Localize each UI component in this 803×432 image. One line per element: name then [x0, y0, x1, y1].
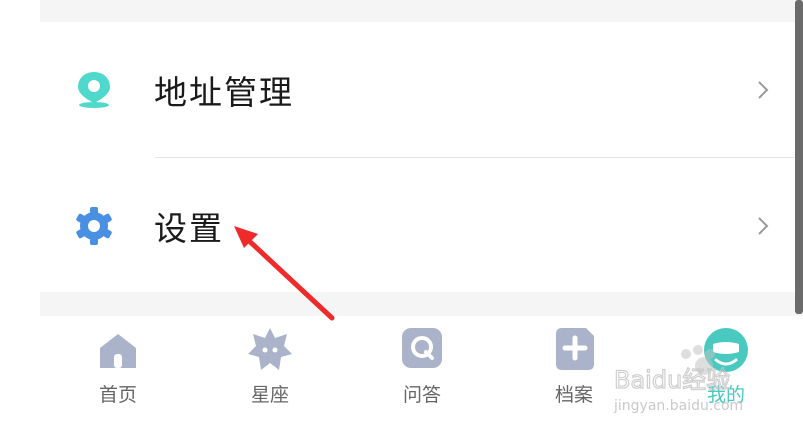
constellation-icon: [248, 328, 292, 370]
tab-label: 首页: [98, 384, 137, 406]
qa-icon: [402, 328, 442, 368]
scrollbar[interactable]: [795, 0, 803, 314]
gear-icon: [76, 207, 112, 245]
tab-qa[interactable]: 问答: [362, 326, 482, 420]
menu-item-address-management[interactable]: 地址管理: [40, 22, 795, 156]
bottom-tab-bar: 首页 星座 问答 档案 我的: [40, 316, 803, 432]
profile-icon: [704, 328, 748, 372]
tab-label: 我的: [706, 384, 745, 406]
archive-icon: [556, 328, 594, 370]
location-pin-icon: [78, 72, 110, 108]
tab-profile[interactable]: 我的: [666, 326, 786, 420]
tab-label: 档案: [554, 384, 593, 406]
top-section-gap: [40, 0, 803, 22]
tab-constellation[interactable]: 星座: [210, 326, 330, 420]
bottom-section-gap: [40, 292, 803, 316]
menu-item-label: 设置: [154, 209, 224, 248]
menu-item-label: 地址管理: [154, 73, 294, 112]
tab-label: 问答: [402, 384, 441, 406]
tab-home[interactable]: 首页: [58, 326, 178, 420]
home-icon: [100, 334, 136, 368]
chevron-right-icon: [758, 81, 769, 99]
tab-label: 星座: [250, 384, 289, 406]
chevron-right-icon: [758, 217, 769, 235]
menu-item-settings[interactable]: 设置: [40, 158, 795, 292]
tab-archive[interactable]: 档案: [514, 326, 634, 420]
